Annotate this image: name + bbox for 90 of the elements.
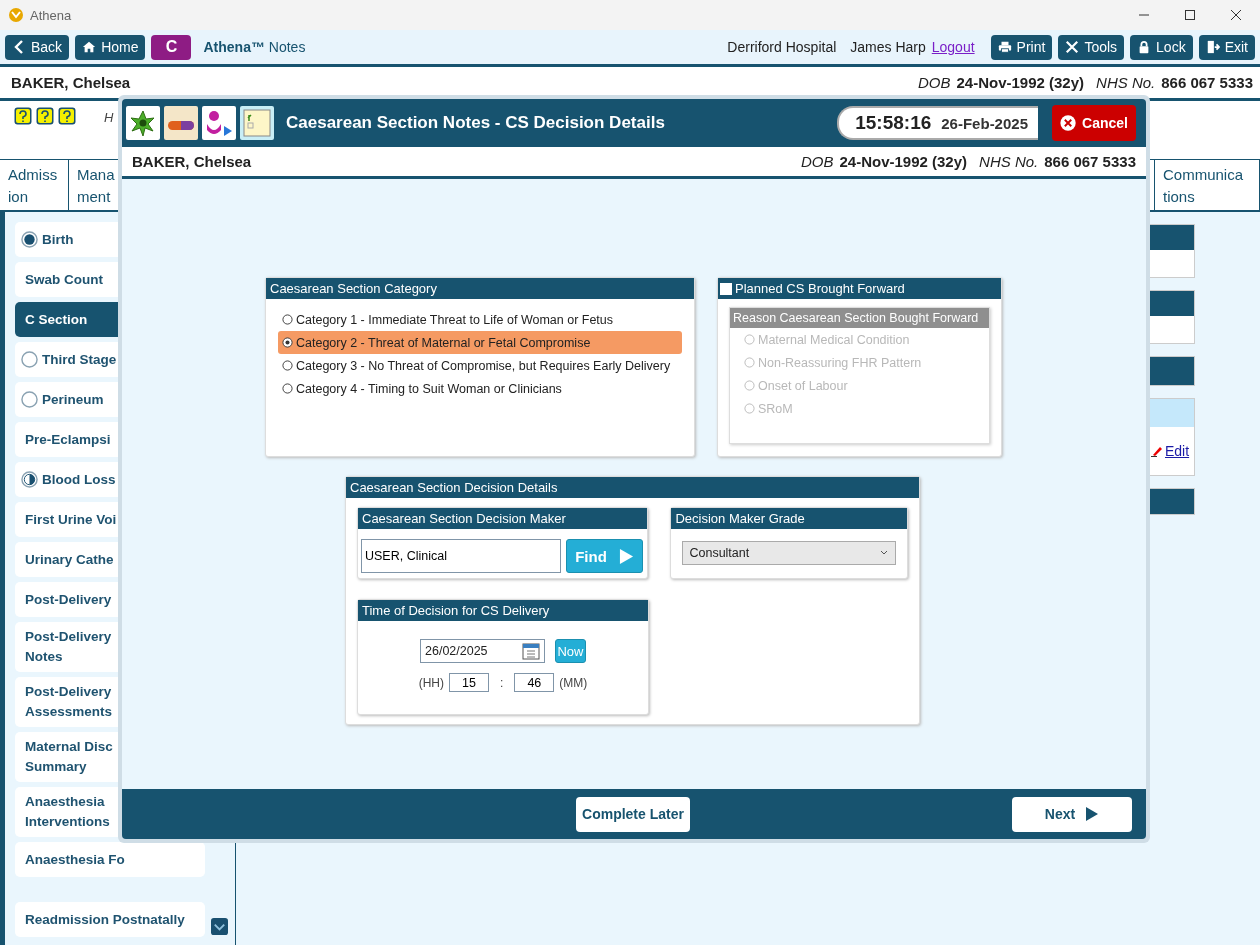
dob-label: DOB — [800, 153, 834, 170]
checkbox[interactable] — [720, 282, 732, 295]
category-option[interactable]: Category 4 - Timing to Suit Woman or Clinicians — [278, 377, 682, 400]
date-field[interactable]: 26/02/2025 — [420, 639, 545, 663]
radio-icon — [744, 403, 755, 414]
sidebar-item[interactable]: Readmission Postnatally — [15, 902, 205, 937]
hours-label: (HH) — [418, 675, 444, 690]
radio-icon — [744, 380, 755, 391]
reason-option: Maternal Medical Condition — [730, 328, 989, 351]
time-separator: : — [500, 675, 504, 690]
edit-link[interactable]: Edit — [1165, 443, 1190, 459]
exit-button[interactable]: Exit — [1198, 34, 1255, 60]
back-button[interactable]: Back — [5, 34, 70, 60]
panel-card — [1148, 356, 1195, 386]
clock-time: 15:58:16 — [855, 112, 932, 134]
category-option[interactable]: Category 2 - Threat of Maternal or Fetal Compromise — [278, 331, 682, 354]
complete-later-button[interactable]: Complete Later — [576, 796, 690, 832]
category-option[interactable]: Category 3 - No Threat of Compromise, but Requires Early Delivery — [278, 354, 682, 377]
panel-header: Caesarean Section Decision Details — [346, 477, 919, 498]
patient-name: BAKER, Chelsea — [11, 74, 131, 91]
panel-card — [1148, 488, 1195, 515]
section-tab[interactable]: Communica tions — [1154, 160, 1260, 210]
app-logo-icon — [8, 7, 24, 23]
tools-button[interactable]: Tools — [1058, 34, 1125, 60]
hours-field[interactable]: 15 — [449, 673, 489, 692]
scroll-down-icon[interactable] — [211, 918, 228, 935]
close-circle-icon — [1060, 113, 1077, 133]
panel-header: Decision Maker Grade — [671, 508, 907, 529]
next-button[interactable]: Next — [1012, 796, 1132, 832]
tools-icon — [1065, 40, 1080, 54]
reason-option: SRoM — [730, 397, 989, 420]
checkbox-label: Planned CS Brought Forward — [735, 281, 905, 296]
help-icon[interactable] — [36, 107, 54, 125]
caret-icon — [879, 550, 889, 556]
dob-label: DOB — [917, 74, 951, 91]
header-note: H — [104, 110, 114, 125]
logout-link[interactable]: Logout — [931, 39, 975, 55]
nhs-label: NHS No. — [979, 153, 1039, 170]
panel-header: Caesarean Section Category — [266, 278, 694, 299]
section-tab[interactable]: Admiss ion — [0, 160, 69, 210]
dob-value: 24-Nov-1992 (32y) — [839, 153, 968, 170]
lock-button[interactable]: Lock — [1130, 34, 1193, 60]
window-title: Athena — [30, 7, 72, 23]
maximize-icon[interactable] — [1184, 9, 1196, 21]
panel-card — [1148, 224, 1195, 278]
app-name: Athena™ Notes — [203, 39, 306, 55]
sidebar-item[interactable]: Anaesthesia Fo — [15, 842, 205, 877]
radio-icon — [282, 383, 293, 394]
panel-header: Caesarean Section Decision Maker — [358, 508, 648, 529]
close-icon[interactable] — [1230, 9, 1242, 21]
minutes-field[interactable]: 46 — [514, 673, 555, 692]
radio-icon — [282, 360, 293, 371]
help-icon[interactable] — [58, 107, 76, 125]
print-button[interactable]: Print — [990, 34, 1053, 60]
flower-icon[interactable] — [126, 106, 160, 140]
play-arrow-icon — [618, 547, 634, 565]
reason-option: Non-Reassuring FHR Pattern — [730, 351, 989, 374]
chevron-left-icon — [12, 40, 26, 54]
clock-date: 26-Feb-2025 — [941, 114, 1028, 132]
home-button[interactable]: Home — [75, 34, 146, 60]
cancel-button[interactable]: Cancel — [1052, 105, 1136, 141]
minutes-label: (MM) — [559, 675, 588, 690]
nhs-label: NHS No. — [1096, 74, 1156, 91]
module-button[interactable]: C — [151, 34, 192, 60]
radio-icon — [282, 337, 293, 348]
dob-value: 24-Nov-1992 (32y) — [956, 74, 1085, 91]
help-icon[interactable] — [14, 107, 32, 125]
hospital-name: Derriford Hospital — [727, 39, 837, 55]
radio-icon — [744, 334, 755, 345]
exit-icon — [1205, 40, 1220, 54]
panel-header: Time of Decision for CS Delivery — [358, 600, 648, 621]
play-arrow-icon — [1085, 806, 1100, 822]
printer-icon — [997, 40, 1012, 54]
panel-header: Reason Caesarean Section Bought Forward — [730, 308, 989, 328]
panel-header — [1149, 399, 1194, 427]
reason-option: Onset of Labour — [730, 374, 989, 397]
user-name: James Harp — [850, 39, 926, 55]
calendar-icon[interactable] — [522, 642, 540, 660]
home-icon — [82, 40, 97, 54]
grade-dropdown[interactable]: Consultant — [682, 541, 896, 565]
panel-card — [1148, 290, 1195, 344]
nhs-number: 866 067 5333 — [1161, 74, 1253, 91]
radio-icon — [744, 357, 755, 368]
radio-icon — [282, 314, 293, 325]
category-option[interactable]: Category 1 - Immediate Threat to Life of Woman or Fetus — [278, 308, 682, 331]
dialog-title: Caesarean Section Notes - CS Decision Details — [286, 113, 665, 133]
pencil-icon — [1151, 445, 1163, 457]
decision-maker-field[interactable]: USER, Clinical — [361, 539, 561, 573]
nhs-number: 866 067 5333 — [1044, 153, 1136, 170]
capsule-icon[interactable] — [164, 106, 198, 140]
